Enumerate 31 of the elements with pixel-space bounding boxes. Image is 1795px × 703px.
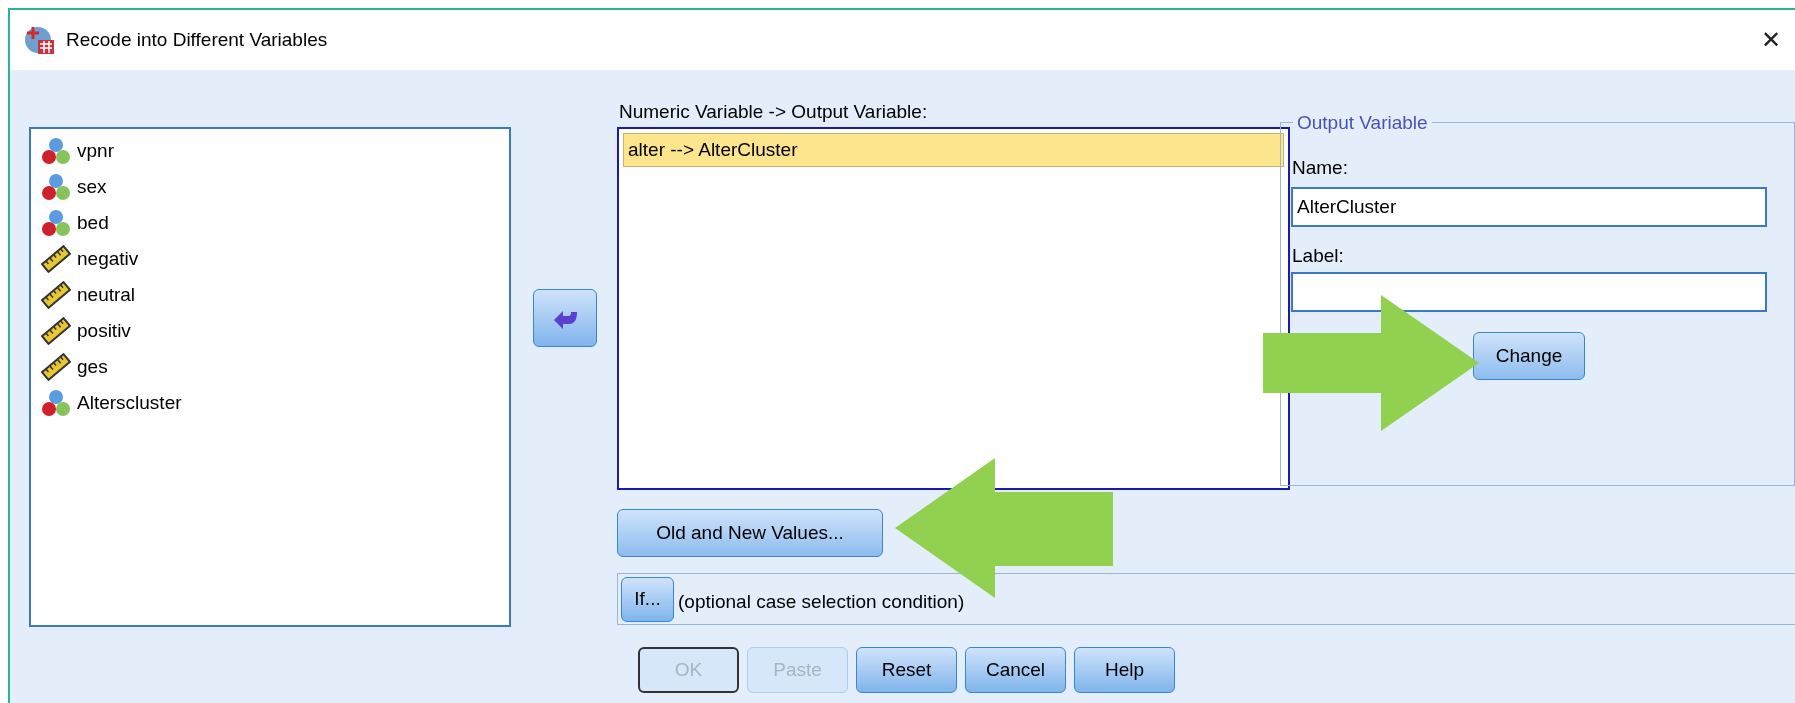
mapping-list[interactable]: alter --> AlterCluster: [617, 127, 1290, 490]
nominal-variable-icon: [41, 172, 71, 202]
variable-name[interactable]: bed: [77, 208, 109, 238]
move-button[interactable]: [533, 289, 597, 347]
variable-name[interactable]: vpnr: [77, 136, 114, 166]
variable-name[interactable]: positiv: [77, 316, 131, 346]
window-title: Recode into Different Variables: [66, 27, 328, 52]
nominal-variable-icon: [41, 136, 71, 166]
if-button[interactable]: If...: [621, 577, 674, 622]
nominal-variable-icon: [41, 388, 71, 418]
variable-name[interactable]: neutral: [77, 280, 136, 310]
variable-name[interactable]: Alterscluster: [77, 388, 182, 418]
close-button[interactable]: ✕: [1761, 22, 1781, 58]
old-and-new-values-button[interactable]: Old and New Values...: [617, 509, 883, 557]
list-label: Numeric Variable -> Output Variable:: [619, 100, 928, 124]
app-icon: [24, 24, 56, 56]
dialog-button[interactable]: Help: [1074, 647, 1175, 693]
dialog-button[interactable]: Reset: [856, 647, 957, 693]
variable-name[interactable]: ges: [77, 352, 108, 382]
label-label: Label:: [1292, 244, 1344, 268]
label-field[interactable]: [1291, 272, 1767, 312]
mapping-row[interactable]: alter --> AlterCluster: [623, 133, 1284, 167]
name-field[interactable]: AlterCluster: [1291, 187, 1767, 227]
condition-text: (optional case selection condition): [678, 590, 965, 614]
variable-name[interactable]: sex: [77, 172, 107, 202]
variable-list[interactable]: vpnr sex bed negativ neutral positiv ges Alterscluster: [29, 127, 511, 627]
dialog-button[interactable]: Cancel: [965, 647, 1066, 693]
variable-name[interactable]: negativ: [77, 244, 139, 274]
name-label: Name:: [1292, 156, 1348, 180]
change-button[interactable]: Change: [1473, 332, 1585, 380]
nominal-variable-icon: [41, 208, 71, 238]
